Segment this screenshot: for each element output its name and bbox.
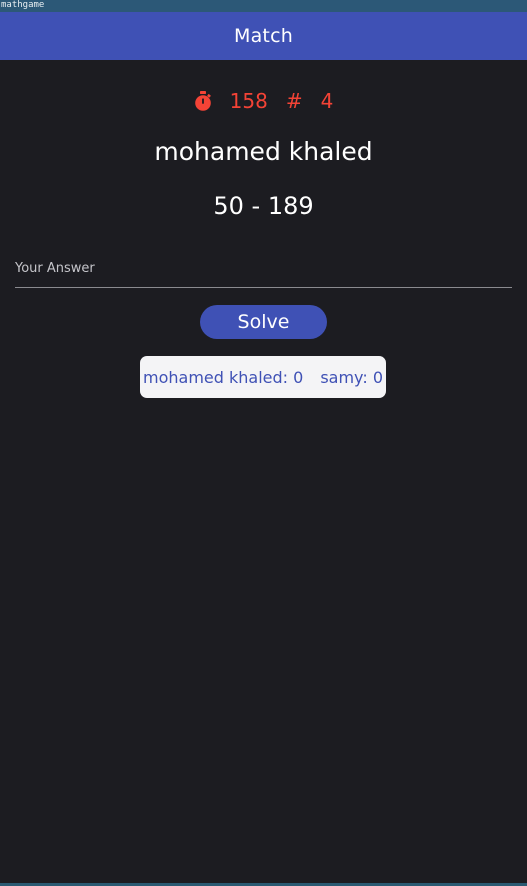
current-player-name: mohamed khaled xyxy=(154,137,373,166)
answer-field[interactable] xyxy=(15,250,512,288)
window-titlebar: mathgame xyxy=(0,0,527,12)
score-player-2: samy: 0 xyxy=(320,367,383,387)
match-status-row: 158 # 4 xyxy=(0,86,527,116)
score-player-1: mohamed khaled: 0 xyxy=(143,367,304,387)
timer-value: 158 xyxy=(229,89,268,113)
app-bar: Match xyxy=(0,12,527,60)
window-title: mathgame xyxy=(1,0,45,10)
app-window: mathgame Match 158 # 4 mohamed khaled 50… xyxy=(0,0,527,886)
scoreboard: mohamed khaled: 0 samy: 0 xyxy=(140,356,386,398)
math-question: 50 - 189 xyxy=(213,192,314,220)
stopwatch-icon xyxy=(194,90,212,112)
round-symbol: # xyxy=(285,89,303,113)
answer-input[interactable] xyxy=(15,250,512,287)
solve-button[interactable]: Solve xyxy=(200,305,327,339)
page-title: Match xyxy=(234,25,293,47)
round-number: 4 xyxy=(320,89,334,113)
